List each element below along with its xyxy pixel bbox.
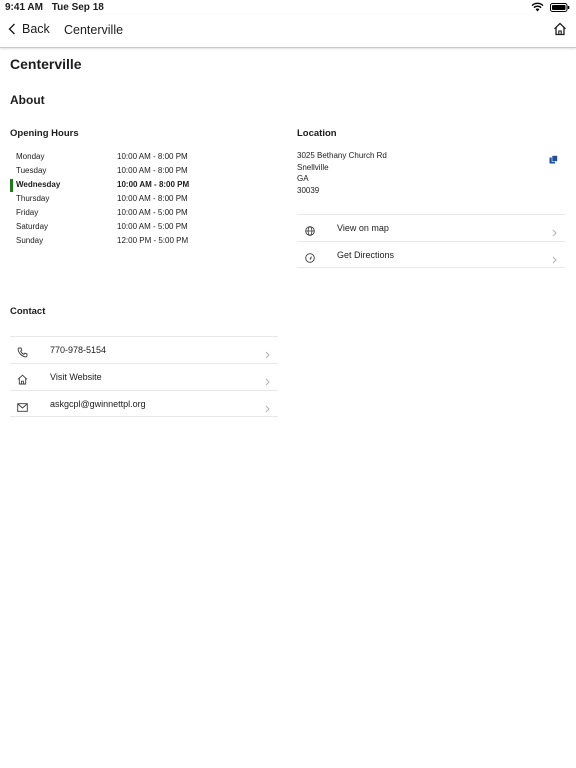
address-line: 30039 [297, 186, 320, 196]
directions-icon [305, 250, 315, 268]
contact-heading: Contact [10, 306, 46, 317]
copy-address-button[interactable] [549, 151, 558, 169]
chevron-right-icon [265, 346, 270, 364]
home-button[interactable] [553, 22, 567, 41]
navigation-bar: Back Centerville [0, 15, 576, 48]
hours-row-wednesday: Wednesday 10:00 AM - 8:00 PM [10, 178, 270, 192]
website-label: Visit Website [50, 372, 102, 382]
hours-time-label: 10:00 AM - 8:00 PM [117, 194, 188, 203]
location-heading: Location [297, 128, 337, 139]
hours-time-label: 10:00 AM - 8:00 PM [117, 180, 190, 189]
chevron-right-icon [552, 224, 557, 242]
globe-icon [305, 223, 315, 241]
get-directions-row[interactable]: Get Directions [297, 241, 565, 268]
view-on-map-row[interactable]: View on map [297, 214, 565, 241]
email-row[interactable]: askgcpl@gwinnettpl.org [10, 390, 278, 417]
nav-title: Centerville [64, 23, 124, 37]
hours-time-label: 10:00 AM - 8:00 PM [117, 166, 188, 175]
hours-row-thursday: Thursday 10:00 AM - 8:00 PM [10, 192, 270, 206]
back-button[interactable]: Back [8, 22, 50, 36]
home-icon [554, 22, 566, 36]
hours-day-label: Thursday [16, 194, 50, 203]
view-on-map-label: View on map [337, 223, 389, 233]
home-icon [17, 372, 28, 390]
hours-row-monday: Monday 10:00 AM - 8:00 PM [10, 150, 270, 164]
email-label: askgcpl@gwinnettpl.org [50, 399, 146, 409]
address-block: 3025 Bethany Church Rd Snellville GA 30039 [297, 150, 387, 197]
phone-row[interactable]: 770-978-5154 [10, 336, 278, 363]
hours-row-saturday: Saturday 10:00 AM - 5:00 PM [10, 220, 270, 234]
hours-day-label: Monday [16, 152, 45, 161]
hours-day-label: Wednesday [16, 180, 61, 189]
phone-label: 770-978-5154 [50, 345, 107, 355]
hours-row-sunday: Sunday 12:00 PM - 5:00 PM [10, 234, 270, 248]
chevron-left-icon [8, 23, 15, 35]
status-date: Tue Sep 18 [51, 2, 104, 13]
hours-day-label: Sunday [16, 236, 44, 245]
hours-time-label: 10:00 AM - 5:00 PM [117, 222, 188, 231]
hours-row-friday: Friday 10:00 AM - 5:00 PM [10, 206, 270, 220]
back-button-label: Back [22, 22, 50, 36]
wifi-icon [531, 2, 544, 15]
address-line: 3025 Bethany Church Rd [297, 151, 387, 160]
hours-time-label: 10:00 AM - 5:00 PM [117, 208, 188, 217]
about-heading: About [10, 93, 45, 107]
phone-icon [17, 345, 28, 363]
mail-icon [17, 399, 28, 417]
contact-list: 770-978-5154 Visit Website askgcpl@gwinn… [10, 336, 278, 417]
hours-day-label: Friday [16, 208, 39, 217]
chevron-right-icon [552, 251, 557, 269]
chevron-right-icon [265, 373, 270, 391]
status-time: 9:41 AM [5, 2, 43, 13]
battery-icon [550, 2, 570, 15]
address-line: Snellville [297, 162, 329, 172]
get-directions-label: Get Directions [337, 250, 395, 260]
hours-time-label: 10:00 AM - 8:00 PM [117, 152, 188, 161]
website-row[interactable]: Visit Website [10, 363, 278, 390]
copy-icon [549, 155, 558, 164]
hours-row-tuesday: Tuesday 10:00 AM - 8:00 PM [10, 164, 270, 178]
hours-time-label: 12:00 PM - 5:00 PM [117, 236, 189, 245]
chevron-right-icon [265, 400, 270, 418]
hours-day-label: Tuesday [16, 166, 47, 175]
hours-day-label: Saturday [16, 222, 49, 231]
page-title: Centerville [10, 56, 82, 72]
status-bar: 9:41 AM Tue Sep 18 [0, 0, 576, 15]
location-actions-list: View on map Get Directions [297, 214, 565, 268]
opening-hours-list: Monday 10:00 AM - 8:00 PM Tuesday 10:00 AM … [10, 150, 270, 248]
address-line: GA [297, 174, 309, 184]
opening-hours-heading: Opening Hours [10, 128, 79, 139]
